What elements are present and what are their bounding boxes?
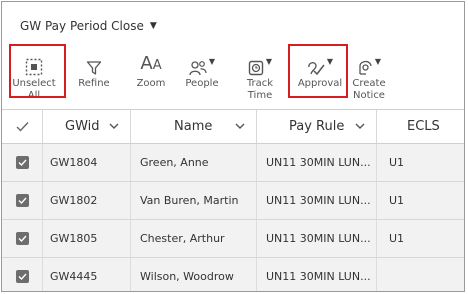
pay-rule-cell: UN11 30MIN LUN... [256, 220, 376, 257]
approval-highlight-box [288, 44, 348, 98]
row-checkbox[interactable] [2, 258, 42, 291]
track-time-icon [248, 60, 264, 76]
pay-rule-header-label: Pay Rule [289, 119, 345, 134]
employee-table: GWid Name Pay Rule ECLS GW1804 Green, An… [2, 109, 464, 291]
column-header-name[interactable]: Name [130, 110, 256, 143]
select-all-column-header[interactable] [2, 110, 42, 143]
create-notice-icon [359, 60, 372, 75]
pay-rule-cell: UN11 30MIN LUN... [256, 182, 376, 219]
zoom-button[interactable]: AA Zoom [132, 46, 170, 90]
gwid-cell: GW1802 [42, 182, 130, 219]
name-cell: Green, Anne [130, 144, 256, 181]
pay-period-close-panel: GW Pay Period Close ▼ Unselect All Refin… [1, 1, 465, 292]
chevron-down-icon [109, 123, 119, 129]
column-header-ecls[interactable]: ECLS [376, 110, 464, 143]
gwid-cell: GW1805 [42, 220, 130, 257]
ecls-cell [376, 258, 464, 291]
chevron-down-icon: ▼ [374, 57, 382, 66]
table-row[interactable]: GW1804 Green, Anne UN11 30MIN LUN... U1 [2, 144, 464, 182]
zoom-label: Zoom [136, 78, 166, 89]
checkbox-checked-icon [15, 232, 29, 245]
chevron-down-icon [355, 123, 365, 129]
name-cell: Chester, Arthur [130, 220, 256, 257]
caret-down-icon: ▼ [149, 21, 157, 31]
filter-icon [86, 61, 102, 75]
chevron-down-icon: ▼ [208, 57, 216, 66]
column-header-pay-rule[interactable]: Pay Rule [256, 110, 376, 143]
people-label: People [185, 78, 219, 89]
refine-label: Refine [78, 78, 110, 89]
name-cell: Van Buren, Martin [130, 182, 256, 219]
ecls-cell: U1 [376, 220, 464, 257]
gwid-cell: GW4445 [42, 258, 130, 291]
chevron-down-icon: ▼ [265, 57, 273, 66]
checkbox-checked-icon [15, 270, 29, 283]
check-icon [16, 122, 29, 132]
panel-title: GW Pay Period Close [20, 19, 144, 33]
table-row[interactable]: GW4445 Wilson, Woodrow UN11 30MIN LUN... [2, 258, 464, 291]
column-header-gwid[interactable]: GWid [42, 110, 130, 143]
gwid-header-label: GWid [65, 119, 100, 134]
track-time-button[interactable]: ▼ Track Time [234, 46, 286, 102]
zoom-text-icon: AA [140, 53, 162, 74]
pay-rule-cell: UN11 30MIN LUN... [256, 258, 376, 291]
table-row[interactable]: GW1805 Chester, Arthur UN11 30MIN LUN...… [2, 220, 464, 258]
toolbar: Unselect All Refine AA Zoom ▼ People ▼ T… [2, 44, 464, 108]
create-notice-button[interactable]: ▼ Create Notice [346, 46, 392, 102]
people-icon [189, 61, 207, 76]
create-notice-label: Create Notice [352, 78, 386, 101]
pay-rule-cell: UN11 30MIN LUN... [256, 144, 376, 181]
checkbox-checked-icon [15, 156, 29, 169]
refine-button[interactable]: Refine [74, 46, 114, 90]
name-header-label: Name [174, 119, 213, 134]
people-button[interactable]: ▼ People [180, 46, 224, 90]
track-time-label: Track Time [246, 78, 274, 101]
ecls-header-label: ECLS [407, 119, 440, 134]
ecls-cell: U1 [376, 182, 464, 219]
checkbox-checked-icon [15, 194, 29, 207]
table-row[interactable]: GW1802 Van Buren, Martin UN11 30MIN LUN.… [2, 182, 464, 220]
unselect-all-highlight-box [9, 44, 66, 98]
chevron-down-icon [235, 123, 245, 129]
ecls-cell: U1 [376, 144, 464, 181]
row-checkbox[interactable] [2, 182, 42, 219]
name-cell: Wilson, Woodrow [130, 258, 256, 291]
row-checkbox[interactable] [2, 220, 42, 257]
panel-title-dropdown[interactable]: GW Pay Period Close ▼ [20, 16, 157, 36]
gwid-cell: GW1804 [42, 144, 130, 181]
row-checkbox[interactable] [2, 144, 42, 181]
table-header: GWid Name Pay Rule ECLS [2, 109, 464, 144]
